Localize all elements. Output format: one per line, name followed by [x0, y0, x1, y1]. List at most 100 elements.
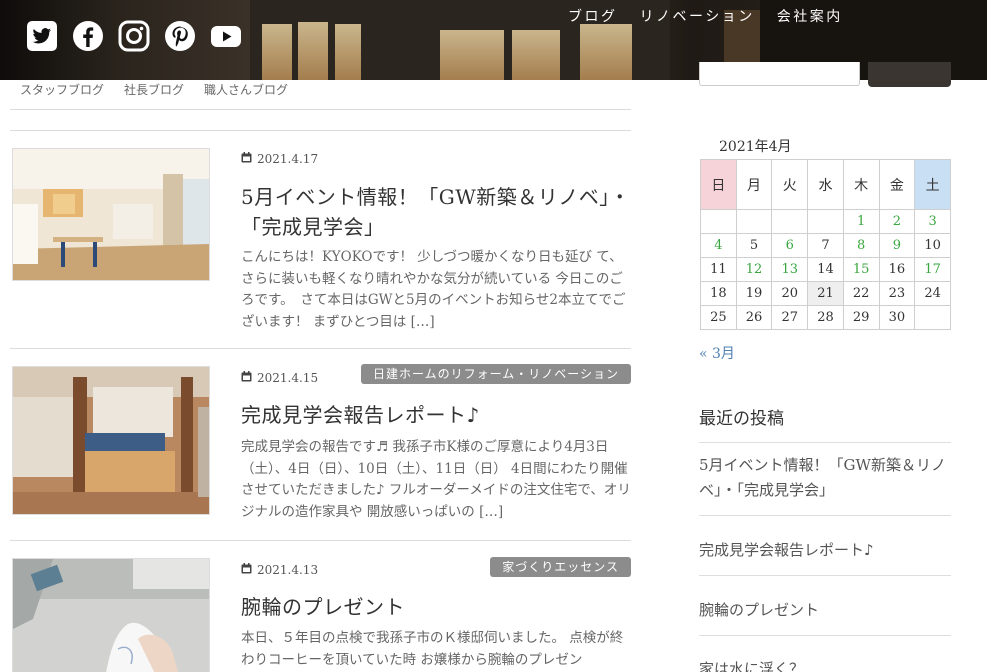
post-excerpt: 本日、５年目の点検で我孫子市のＫ様邸伺いました。 点検が終わりコーヒーを頂いてい…: [241, 630, 624, 668]
post-date-text: 2021.4.13: [257, 563, 319, 577]
weekday-header: 火: [771, 159, 809, 210]
post-excerpt: こんにちは！KYOKOです！ 少しづつ暖かくなり日も延び て、さらに装いも軽くな…: [241, 249, 626, 330]
divider: [699, 575, 951, 576]
recent-post-link[interactable]: 家は水に浮く？: [699, 657, 951, 672]
blog-subnav: スタッフブログ 社長ブログ 職人さんブログ: [20, 81, 288, 98]
post-title[interactable]: 完成見学会報告レポート♪: [241, 400, 480, 430]
divider: [699, 442, 951, 443]
weekday-header: 月: [735, 159, 773, 210]
weekday-header: 水: [807, 159, 844, 210]
calendar-icon: [241, 563, 252, 577]
calendar-day[interactable]: 8: [842, 233, 880, 258]
calendar-prev-month-link[interactable]: « 3月: [699, 343, 735, 363]
recent-posts-heading: 最近の投稿: [699, 409, 784, 429]
weekday-header: 日: [700, 159, 737, 210]
calendar-day[interactable]: 4: [700, 233, 737, 258]
post-date: 2021.4.13: [241, 563, 318, 577]
calendar-day[interactable]: 15: [842, 257, 880, 282]
calendar-day: 19: [735, 281, 773, 306]
calendar-week-row: 18 19 20 21 22 23 24: [700, 281, 951, 306]
subnav-item-president[interactable]: 社長ブログ: [124, 81, 184, 98]
subnav-item-staff[interactable]: スタッフブログ: [20, 81, 104, 98]
calendar-week-row: 123: [700, 209, 951, 234]
calendar-icon: [241, 371, 252, 385]
calendar-day: 21: [807, 281, 844, 306]
category-badge[interactable]: 日建ホームのリフォーム・リノベーション: [360, 364, 631, 384]
nav-item-company[interactable]: 会社案内: [777, 6, 843, 26]
weekday-header: 金: [878, 159, 916, 210]
twitter-icon[interactable]: [26, 20, 58, 52]
calendar-day[interactable]: 1: [842, 209, 880, 234]
facebook-icon[interactable]: [72, 20, 104, 52]
post-date: 2021.4.17: [241, 152, 318, 166]
calendar-week-row: 11 12 13 14 15 16 17: [700, 257, 951, 282]
post-excerpt: 完成見学会の報告です♬ 我孫子市K様のご厚意により4月3日（土）、4日（日）、1…: [241, 439, 631, 520]
recent-post-link[interactable]: 5月イベント情報！「GW新築＆リノベ」・「完成見学会」: [699, 453, 951, 503]
calendar-day: 16: [878, 257, 916, 282]
calendar-day[interactable]: 2: [878, 209, 916, 234]
post-item: 2021.4.15 日建ホームのリフォーム・リノベーション 完成見学会報告レポー…: [10, 349, 631, 539]
nav-item-renovation[interactable]: リノベーション: [640, 6, 755, 26]
post-date-text: 2021.4.15: [257, 371, 319, 385]
calendar-day: 10: [914, 233, 951, 258]
pinterest-icon[interactable]: [164, 20, 196, 52]
divider: [699, 635, 951, 636]
calendar-empty-cell: [700, 209, 737, 234]
post-title[interactable]: 5月イベント情報！「GW新築＆リノベ」・「完成見学会」: [241, 182, 633, 242]
calendar-caption: 2021年4月: [719, 139, 792, 155]
calendar-widget: 日 月 火 水 木 金 土 1 2 3 4 5 6 7 8 9 10 11 12 13 14 15 16 17 1…: [700, 159, 951, 330]
calendar-day: 26: [735, 305, 773, 330]
calendar-day[interactable]: 6: [771, 233, 809, 258]
calendar-day: 23: [878, 281, 916, 306]
recent-post-link[interactable]: 腕輪のプレゼント: [699, 598, 951, 623]
calendar-week-row: 25 26 27 28 29 30: [700, 305, 951, 330]
post-title[interactable]: 腕輪のプレゼント: [241, 592, 405, 622]
post-item: 2021.4.13 家づくりエッセンス 腕輪のプレゼント 本日、５年目の点検で我…: [10, 541, 631, 672]
calendar-day: 27: [771, 305, 809, 330]
calendar-day: 29: [842, 305, 880, 330]
calendar-day[interactable]: 17: [914, 257, 951, 282]
calendar-day[interactable]: 3: [914, 209, 951, 234]
category-badge[interactable]: 家づくりエッセンス: [490, 557, 631, 577]
calendar-day: 20: [771, 281, 809, 306]
calendar-day[interactable]: 13: [771, 257, 809, 282]
calendar-empty-cell: [914, 305, 951, 330]
calendar-day: 24: [914, 281, 951, 306]
instagram-icon[interactable]: [118, 20, 150, 52]
calendar-empty-cell: [771, 209, 809, 234]
social-links: [26, 20, 242, 52]
post-date-text: 2021.4.17: [257, 152, 319, 166]
calendar-day[interactable]: 12: [735, 257, 773, 282]
calendar-week-row: 4 5 6 7 8 9 10: [700, 233, 951, 258]
calendar-day: 28: [807, 305, 844, 330]
calendar-day: 30: [878, 305, 916, 330]
calendar-empty-cell: [735, 209, 773, 234]
subnav-item-craftsman[interactable]: 職人さんブログ: [204, 81, 288, 98]
calendar-day: 25: [700, 305, 737, 330]
calendar-icon: [241, 152, 252, 166]
calendar-day: 11: [700, 257, 737, 282]
divider: [699, 515, 951, 516]
nav-item-blog[interactable]: ブログ: [568, 6, 618, 26]
post-thumbnail[interactable]: [12, 148, 210, 281]
post-thumbnail[interactable]: [12, 366, 210, 515]
weekday-header: 木: [842, 159, 880, 210]
post-item: 2021.4.17 5月イベント情報！「GW新築＆リノベ」・「完成見学会」 こん…: [10, 131, 631, 347]
calendar-day: 22: [842, 281, 880, 306]
calendar-day: 14: [807, 257, 844, 282]
divider: [10, 109, 631, 110]
post-date: 2021.4.15: [241, 371, 318, 385]
calendar-day[interactable]: 9: [878, 233, 916, 258]
youtube-icon[interactable]: [210, 20, 242, 52]
search-button[interactable]: [868, 62, 951, 87]
page: ブログ リノベーション 会社案内 スタッフブログ 社長ブログ 職人さんブログ 2…: [0, 0, 987, 672]
calendar-day: 5: [735, 233, 773, 258]
post-thumbnail[interactable]: [12, 558, 210, 672]
main-nav: ブログ リノベーション 会社案内: [568, 6, 843, 26]
calendar-empty-cell: [807, 209, 844, 234]
weekday-header: 土: [914, 159, 951, 210]
calendar-day: 18: [700, 281, 737, 306]
recent-post-link[interactable]: 完成見学会報告レポート♪: [699, 538, 951, 563]
calendar-day: 7: [807, 233, 844, 258]
search-input[interactable]: [699, 62, 860, 86]
